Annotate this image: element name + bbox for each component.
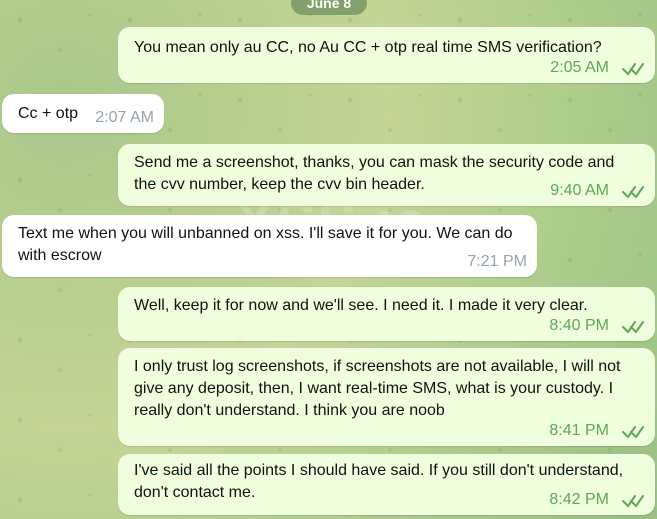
message-bubble-outgoing[interactable]: I've said all the points I should have s… [118,454,655,515]
message-text: I only trust log screenshots, if screens… [134,358,621,419]
message-meta: 8:41 PM [549,422,645,440]
message-bubble-incoming[interactable]: Cc + otp 2:07 AM [2,94,164,133]
message-time: 8:42 PM [549,491,609,508]
double-check-read-icon [622,321,644,333]
message-time: 2:05 AM [550,59,609,76]
message-bubble-outgoing[interactable]: Well, keep it for now and we'll see. I n… [118,287,655,341]
message-bubble-incoming[interactable]: Text me when you will unbanned on xss. I… [2,215,537,277]
message-time: 2:07 AM [95,109,154,126]
message-time: 8:41 PM [549,422,609,439]
message-time: 7:21 PM [467,253,527,270]
double-check-read-icon [622,495,644,507]
message-meta: 9:40 AM [550,182,645,200]
message-text: You mean only au CC, no Au CC + otp real… [134,39,602,56]
message-text: Well, keep it for now and we'll see. I n… [134,297,588,314]
message-meta: 2:07 AM [95,109,154,127]
message-meta: 8:42 PM [549,491,645,509]
message-meta: 2:05 AM [550,59,645,77]
message-meta: 7:21 PM [467,253,527,271]
message-time: 9:40 AM [550,182,609,199]
message-bubble-outgoing[interactable]: Send me a screenshot, thanks, you can ma… [118,144,655,206]
double-check-read-icon [622,63,644,75]
double-check-read-icon [622,186,644,198]
message-meta: 8:40 PM [549,317,645,335]
message-time: 8:40 PM [549,317,609,334]
message-bubble-outgoing[interactable]: You mean only au CC, no Au CC + otp real… [118,27,655,83]
message-bubble-outgoing[interactable]: I only trust log screenshots, if screens… [118,348,655,446]
date-separator: June 8 [291,0,367,15]
double-check-read-icon [622,426,644,438]
message-text: Text me when you will unbanned on xss. I… [18,225,513,264]
